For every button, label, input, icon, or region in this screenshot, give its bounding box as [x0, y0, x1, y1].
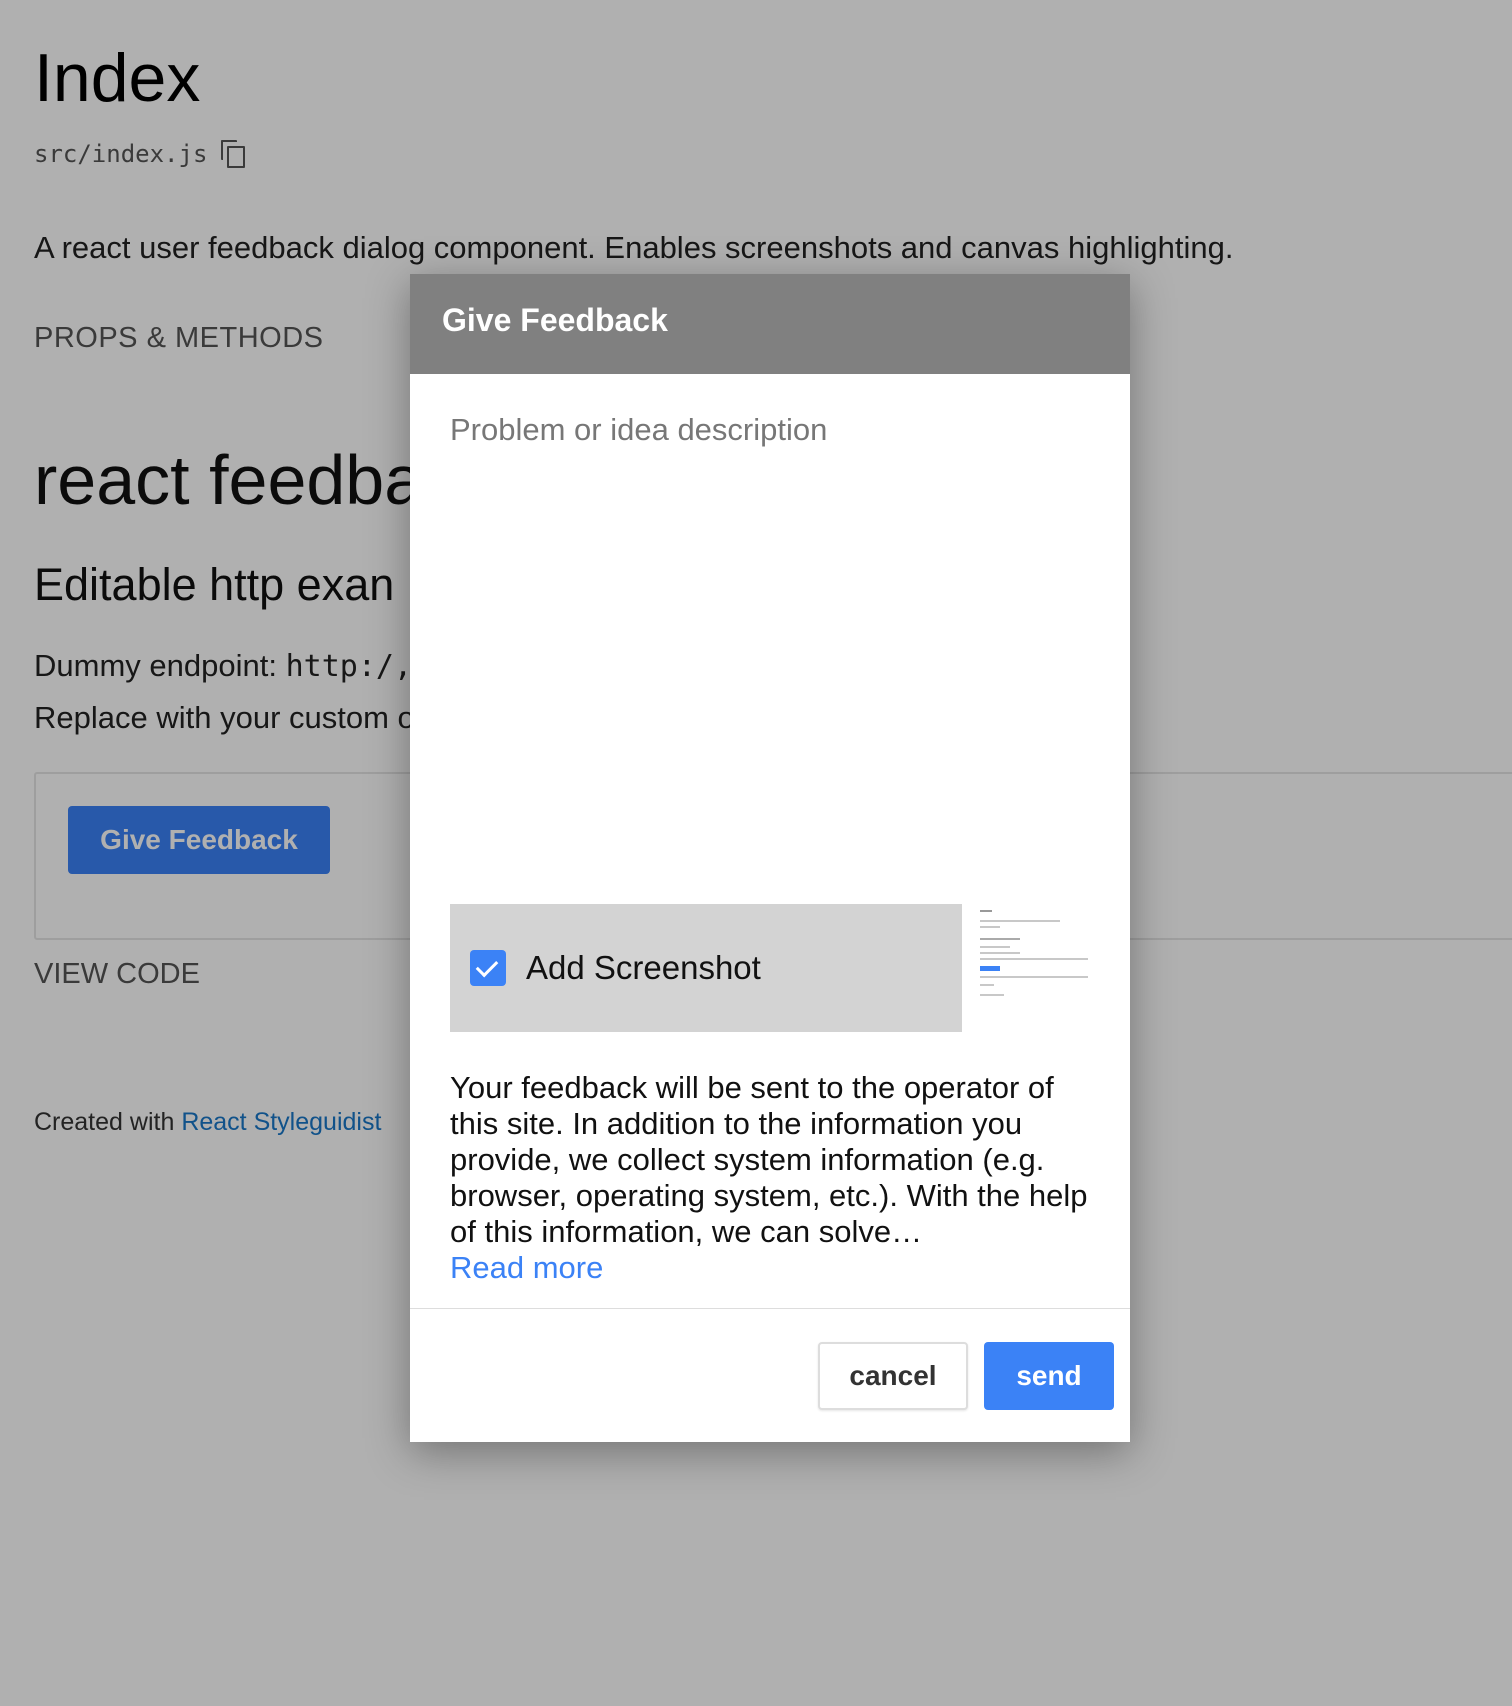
screenshot-thumbnail[interactable] [968, 904, 1098, 1032]
privacy-notice: Your feedback will be sent to the operat… [450, 1070, 1090, 1286]
privacy-text: Your feedback will be sent to the operat… [450, 1070, 1088, 1249]
checkmark-icon [475, 954, 499, 978]
footer-divider [410, 1308, 1130, 1309]
dialog-title: Give Feedback [442, 302, 668, 338]
add-screenshot-toggle[interactable]: Add Screenshot [450, 904, 962, 1032]
feedback-dialog: Give Feedback Add Screenshot Your feedba… [410, 274, 1130, 1442]
screenshot-label: Add Screenshot [526, 949, 761, 986]
feedback-textarea[interactable] [450, 412, 1090, 832]
read-more-link[interactable]: Read more [450, 1250, 1090, 1286]
screenshot-checkbox[interactable] [470, 950, 506, 986]
dialog-header: Give Feedback [410, 274, 1130, 374]
send-button[interactable]: send [984, 1342, 1114, 1410]
cancel-button[interactable]: cancel [818, 1342, 968, 1410]
